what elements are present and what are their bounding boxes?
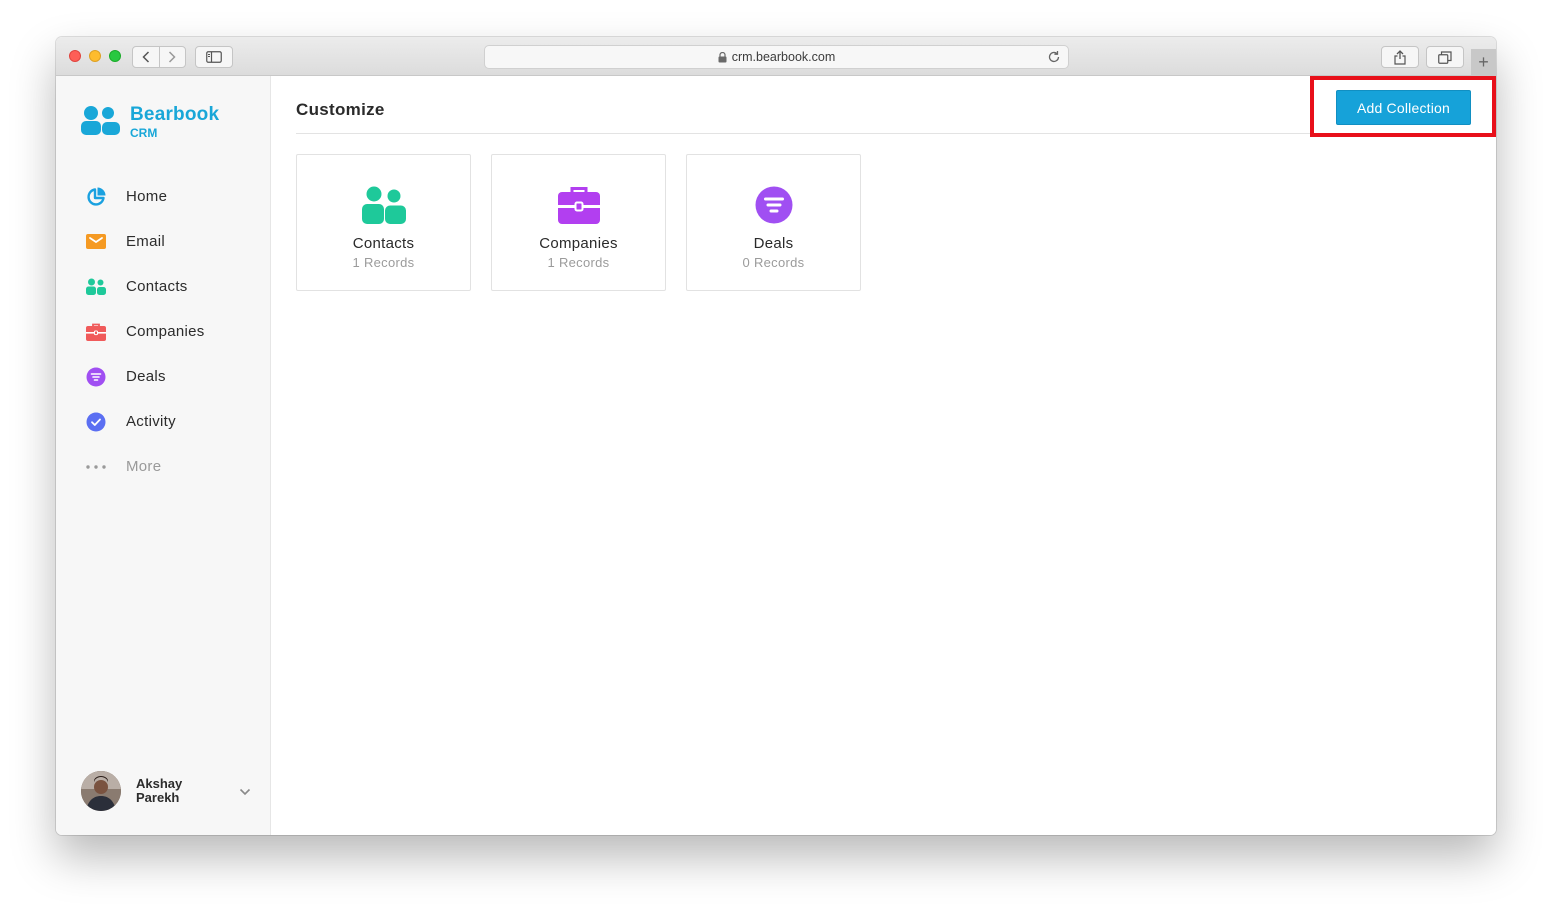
briefcase-icon (85, 321, 107, 343)
back-button[interactable] (133, 47, 159, 67)
sidebar: Bearbook CRM Home Email Contacts Compani… (56, 76, 271, 835)
collection-cards: Contacts 1 Records Companies 1 Records D… (296, 154, 861, 291)
reload-icon[interactable] (1047, 50, 1061, 67)
avatar (81, 771, 121, 811)
sidebar-nav: Home Email Contacts Companies Deals Acti… (56, 174, 270, 489)
user-menu[interactable]: Akshay Parekh (81, 770, 251, 812)
history-nav (132, 46, 186, 68)
contacts-icon (361, 185, 406, 225)
check-circle-icon (85, 411, 107, 433)
card-title: Deals (753, 235, 794, 252)
url-text: crm.bearbook.com (731, 50, 836, 64)
home-pie-icon (85, 186, 107, 208)
sidebar-item-email[interactable]: Email (56, 219, 270, 264)
sidebar-item-activity[interactable]: Activity (56, 399, 270, 444)
sidebar-item-more[interactable]: More (56, 444, 270, 489)
tab-overview-button[interactable] (1426, 46, 1464, 68)
browser-titlebar: crm.bearbook.com + (56, 37, 1496, 76)
sidebar-item-deals[interactable]: Deals (56, 354, 270, 399)
card-record-count: 1 Records (547, 255, 610, 270)
minimize-window-button[interactable] (89, 50, 101, 62)
address-bar[interactable]: crm.bearbook.com (484, 45, 1069, 69)
card-title: Contacts (352, 235, 415, 252)
sidebar-toggle-button[interactable] (195, 46, 233, 68)
sidebar-icon (206, 51, 222, 63)
collection-card-contacts[interactable]: Contacts 1 Records (296, 154, 471, 291)
sidebar-item-label: Activity (126, 413, 176, 430)
bearbook-logo-icon (81, 106, 120, 135)
tabs-icon (1438, 50, 1452, 64)
share-icon (1394, 49, 1406, 65)
forward-button[interactable] (158, 47, 186, 67)
lock-icon (718, 51, 727, 63)
email-icon (85, 231, 107, 253)
new-tab-button[interactable]: + (1471, 49, 1496, 76)
browser-window: crm.bearbook.com + Bearbook CRM Home Ema… (56, 37, 1496, 835)
sidebar-item-companies[interactable]: Companies (56, 309, 270, 354)
chevron-right-icon (169, 51, 176, 63)
card-record-count: 0 Records (742, 255, 805, 270)
contacts-icon (85, 276, 107, 298)
funnel-icon (755, 185, 793, 225)
sidebar-item-label: Email (126, 233, 166, 250)
app-subtitle: CRM (130, 126, 158, 140)
card-title: Companies (539, 235, 618, 252)
chevron-left-icon (142, 51, 149, 63)
collection-card-deals[interactable]: Deals 0 Records (686, 154, 861, 291)
app-name: Bearbook (130, 104, 220, 125)
sidebar-item-label: More (126, 458, 162, 475)
page-title: Customize (296, 100, 385, 119)
sidebar-item-label: Deals (126, 368, 166, 385)
sidebar-item-label: Companies (126, 323, 205, 340)
funnel-icon (85, 366, 107, 388)
briefcase-icon (557, 185, 600, 225)
more-dots-icon (85, 456, 107, 478)
sidebar-item-home[interactable]: Home (56, 174, 270, 219)
main-content: Customize Add Collection Contacts 1 Reco… (271, 76, 1496, 835)
sidebar-item-label: Contacts (126, 278, 188, 295)
close-window-button[interactable] (69, 50, 81, 62)
app-logo[interactable]: Bearbook CRM (81, 105, 219, 140)
sidebar-item-contacts[interactable]: Contacts (56, 264, 270, 309)
user-name: Akshay Parekh (136, 776, 183, 805)
zoom-window-button[interactable] (109, 50, 121, 62)
collection-card-companies[interactable]: Companies 1 Records (491, 154, 666, 291)
card-record-count: 1 Records (352, 255, 415, 270)
add-collection-button[interactable]: Add Collection (1336, 90, 1471, 125)
chevron-down-icon[interactable] (239, 783, 251, 801)
share-button[interactable] (1381, 46, 1419, 68)
sidebar-item-label: Home (126, 188, 168, 205)
